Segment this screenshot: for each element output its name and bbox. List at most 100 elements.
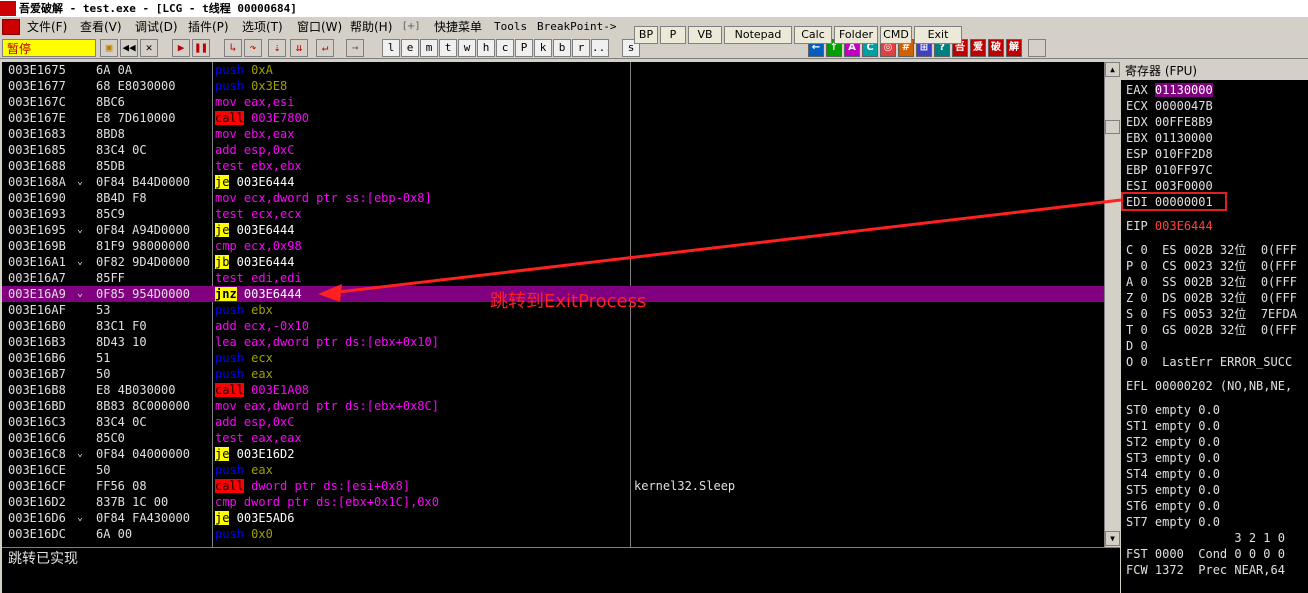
disasm-hex: 0F84 B44D0000 [96,175,190,189]
register-value[interactable]: 00FFE8B9 [1155,115,1213,129]
disasm-row[interactable]: 003E1693 85C9 test ecx,ecx [2,206,1104,222]
disasm-row[interactable]: 003E1688 85DB test ebx,ebx [2,158,1104,174]
disasm-row[interactable]: 003E16C3 83C4 0C add esp,0xC [2,414,1104,430]
rewind-icon[interactable]: ◀◀ [120,39,138,57]
disasm-row[interactable]: 003E16B7 50 push eax [2,366,1104,382]
disasm-row[interactable]: 003E16CF FF56 08 call dword ptr ds:[esi+0x… [2,478,1104,494]
toolbar-references-button[interactable]: r [572,39,590,57]
disasm-row[interactable]: 003E16B0 83C1 F0 add ecx,-0x10 [2,318,1104,334]
disasm-mnemonic: cmp [215,495,237,509]
disasm-row[interactable]: 003E16B6 51 push ecx [2,350,1104,366]
scroll-down-icon[interactable]: ▼ [1105,531,1120,546]
cmd-button[interactable]: CMD [880,26,912,44]
toolbar-memory-button[interactable]: m [420,39,438,57]
disasm-row[interactable]: 003E16A7 85FF test edi,edi [2,270,1104,286]
disasm-row[interactable]: 003E1675 6A 0A push 0xA [2,62,1104,78]
close-icon[interactable]: ✕ [140,39,158,57]
disasm-row[interactable]: 003E1677 68 E8030000 push 0x3E8 [2,78,1104,94]
goto-icon[interactable]: → [346,39,364,57]
menu-debug[interactable]: 调试(D) [133,19,180,35]
disasm-hex: 53 [96,303,111,317]
disasm-row[interactable]: 003E16D2 837B 1C 00 cmp dword ptr ds:[ebx+… [2,494,1104,510]
toolbar-windows-button[interactable]: w [458,39,476,57]
menu-app-icon[interactable] [2,19,20,35]
step-into-icon[interactable]: ↳ [224,39,242,57]
disasm-mnemonic: je [215,447,230,461]
disasm-row[interactable]: 003E16D6 ⌄ 0F84 FA430000 je 003E5AD6 [2,510,1104,526]
disasm-row[interactable]: 003E16C6 85C0 test eax,eax [2,430,1104,446]
calc-button[interactable]: Calc [794,26,832,44]
scroll-up-icon[interactable]: ▲ [1105,62,1120,77]
disasm-row[interactable]: 003E16BD 8B83 8C000000 mov eax,dword ptr d… [2,398,1104,414]
menu-file[interactable]: 文件(F) [25,19,69,35]
p-button[interactable]: P [660,26,686,44]
toolbar-breakpoints-button[interactable]: b [553,39,571,57]
notepad-button[interactable]: Notepad [724,26,792,44]
toolbar-callstack-button[interactable]: k [534,39,552,57]
register-value[interactable]: 0000047B [1155,99,1213,113]
disasm-row[interactable]: 003E1690 8B4D F8 mov ecx,dword ptr ss:[ebp… [2,190,1104,206]
disasm-instruction: call 003E1A08 [215,382,309,398]
disasm-operand: dword ptr ds:[esi+0x8] [243,479,411,493]
disasm-operand: 003E6444 [229,255,295,269]
disasm-mnemonic: je [215,511,230,525]
toolbar-modules-button[interactable]: e [401,39,419,57]
menu-options[interactable]: 选项(T) [240,19,285,35]
toolbar-handles-button[interactable]: h [477,39,495,57]
menu-plugins[interactable]: 插件(P) [186,19,231,35]
disasm-hex: 50 [96,367,111,381]
disasm-row[interactable]: 003E1685 83C4 0C add esp,0xC [2,142,1104,158]
menu-tools[interactable]: Tools [492,19,529,35]
scroll-thumb[interactable] [1105,120,1120,134]
disasm-row[interactable]: 003E167C 8BC6 mov eax,esi [2,94,1104,110]
disassembly-scrollbar[interactable]: ▲ ▼ [1104,62,1120,547]
brand-jie-icon[interactable]: 解 [1006,39,1022,57]
registers-pane[interactable]: 寄存器 (FPU) EAX 01130000 ECX 0000047B EDX 00… [1121,62,1308,593]
disasm-row[interactable]: 003E168A ⌄ 0F84 B44D0000 je 003E6444 [2,174,1104,190]
toolbar-patches-button[interactable]: P [515,39,533,57]
disasm-row[interactable]: 003E16B3 8D43 10 lea eax,dword ptr ds:[ebx… [2,334,1104,350]
folder-button[interactable]: Folder [834,26,878,44]
disasm-row[interactable]: 003E169B 81F9 98000000 cmp ecx,0x98 [2,238,1104,254]
menu-window[interactable]: 窗口(W) [295,19,344,35]
disasm-row[interactable]: 003E16C8 ⌄ 0F84 04000000 je 003E16D2 [2,446,1104,462]
toolbar-threads-button[interactable]: t [439,39,457,57]
disasm-row[interactable]: 003E16DC 6A 00 push 0x0 [2,526,1104,542]
register-value[interactable]: 010FF97C [1155,163,1213,177]
disasm-row[interactable]: 003E1695 ⌄ 0F84 A94D0000 je 003E6444 [2,222,1104,238]
toolbar-runtrace-button[interactable]: ... [591,39,609,57]
toolbar-cpu-button[interactable]: c [496,39,514,57]
register-value[interactable]: 003F0000 [1155,179,1213,193]
trace-into-icon[interactable]: ⇣ [268,39,286,57]
register-value[interactable]: 01130000 [1155,131,1213,145]
dump-pane[interactable] [2,571,1120,593]
menu-breakpoint[interactable]: BreakPoint-> [535,19,618,35]
disasm-mnemonic: add [215,143,237,157]
exit-button[interactable]: Exit [914,26,962,44]
disasm-hex: 85C0 [96,431,125,445]
brand-po-icon[interactable]: 破 [988,39,1004,57]
menu-help[interactable]: 帮助(H) [348,19,394,35]
step-over-icon[interactable]: ↷ [244,39,262,57]
menu-plus[interactable]: [+] [401,19,421,35]
menu-view[interactable]: 查看(V) [78,19,124,35]
brand-ai-icon[interactable]: 爱 [970,39,986,57]
run-icon[interactable]: ▶ [172,39,190,57]
menu-shortcuts[interactable]: 快捷菜单 [432,19,484,35]
open-icon[interactable]: ▣ [100,39,118,57]
disasm-row[interactable]: 003E16CE 50 push eax [2,462,1104,478]
register-value[interactable]: 010FF2D8 [1155,147,1213,161]
execute-till-return-icon[interactable]: ↵ [316,39,334,57]
disasm-row[interactable]: 003E16A1 ⌄ 0F82 9D4D0000 jb 003E6444 [2,254,1104,270]
disasm-row[interactable]: 003E167E E8 7D610000 call 003E7800 [2,110,1104,126]
bp-button[interactable]: BP [634,26,658,44]
register-value[interactable]: 01130000 [1154,83,1213,97]
toolbar-log-button[interactable]: l [382,39,400,57]
pause-icon[interactable]: ❚❚ [192,39,210,57]
register-value[interactable]: 003E6444 [1155,219,1213,233]
trace-over-icon[interactable]: ⇊ [290,39,308,57]
disasm-row[interactable]: 003E16B8 E8 4B030000 call 003E1A08 [2,382,1104,398]
disasm-mnemonic: call [215,111,244,125]
vb-button[interactable]: VB [688,26,722,44]
disasm-row[interactable]: 003E1683 8BD8 mov ebx,eax [2,126,1104,142]
